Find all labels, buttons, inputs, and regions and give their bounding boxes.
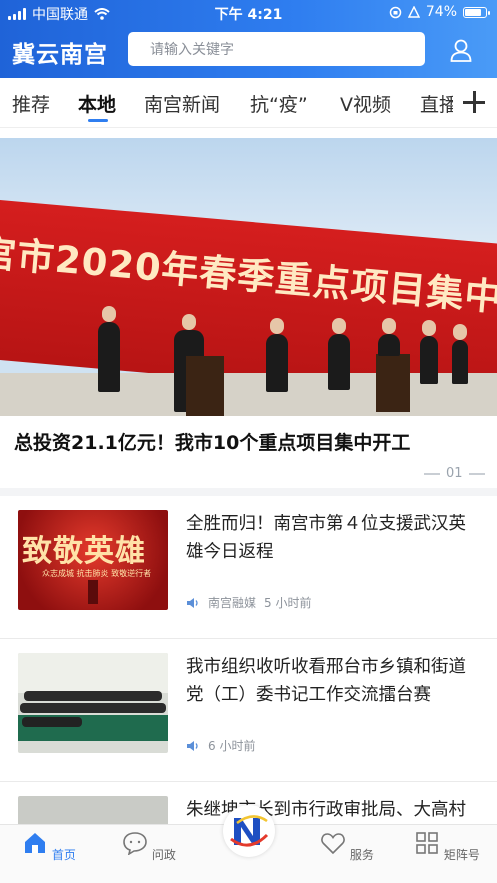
news-item[interactable]: 致敬英雄 众志成城 抗击肺炎 致敬逆行者 全胜而归！南宫市第４位支援武汉英雄今日…: [0, 496, 497, 639]
thumb-headline: 致敬英雄: [22, 534, 146, 569]
nav-service[interactable]: 服务: [312, 831, 382, 863]
heart-icon: [321, 833, 345, 855]
home-icon: [25, 833, 46, 853]
battery-percent: 74%: [425, 4, 457, 20]
battery-icon: [463, 6, 490, 18]
news-source: 南宫融媒: [208, 596, 257, 610]
speaker-icon[interactable]: [186, 597, 200, 609]
tab-nangong-news[interactable]: 南宫新闻: [144, 90, 220, 117]
pager-number: 01: [446, 466, 463, 481]
user-icon[interactable]: [448, 37, 474, 63]
status-bar: 中国联通 下午 4:21 74%: [0, 0, 497, 26]
nav-matrix-label: 矩阵号: [443, 848, 480, 862]
nav-matrix[interactable]: 矩阵号: [412, 831, 482, 863]
banner-person: [98, 306, 120, 392]
alarm-icon: [407, 5, 420, 18]
nav-service-label: 服务: [349, 848, 374, 862]
banner-person: [378, 318, 400, 356]
tab-recommend[interactable]: 推荐: [12, 90, 50, 117]
tab-v-video[interactable]: V视频: [340, 90, 391, 117]
banner-person: [420, 320, 438, 384]
nav-home[interactable]: 首页: [14, 831, 84, 863]
banner-person: [266, 318, 288, 392]
search-input[interactable]: 请输入关键字: [128, 32, 425, 66]
app-header: 中国联通 下午 4:21 74% 冀云南宫 请输入关键字: [0, 0, 497, 78]
grid-icon: [416, 832, 438, 854]
banner-podium: [186, 356, 224, 416]
app-logo-mark: [230, 815, 269, 847]
banner-person: [328, 318, 350, 390]
tab-anti-epidemic[interactable]: 抗“疫”: [250, 90, 308, 117]
news-thumbnail: 致敬英雄 众志成城 抗击肺炎 致敬逆行者: [18, 510, 168, 610]
active-tab-indicator: [88, 119, 108, 122]
banner-podium: [376, 354, 410, 412]
orientation-lock-icon: [389, 6, 402, 18]
plus-icon[interactable]: [463, 91, 485, 113]
tab-local[interactable]: 本地: [78, 90, 116, 117]
chat-icon: [123, 832, 147, 856]
news-title: 我市组织收听收看邢台市乡镇和街道党（工）委书记工作交流擂台赛: [186, 657, 466, 705]
banner-pager: 01: [424, 466, 485, 481]
app-title: 冀云南宫: [12, 42, 108, 68]
news-time: 5 小时前: [264, 596, 312, 610]
speaker-icon[interactable]: [186, 740, 200, 752]
thumb-subtext: 众志成城 抗击肺炎 致敬逆行者: [42, 569, 152, 578]
banner-image[interactable]: 宫市2020年春季重点项目集中开工仪式: [0, 138, 497, 416]
news-thumbnail: [18, 653, 168, 753]
nav-home-label: 首页: [51, 848, 76, 862]
category-tabs: 推荐 本地 南宫新闻 抗“疫” V视频 直播: [0, 78, 497, 128]
banner-headline[interactable]: 总投资21.1亿元！我市10个重点项目集中开工: [14, 428, 410, 455]
news-item[interactable]: 我市组织收听收看邢台市乡镇和街道党（工）委书记工作交流擂台赛 6 小时前: [0, 639, 497, 782]
news-time: 6 小时前: [208, 739, 256, 753]
section-divider: [0, 488, 497, 496]
tab-live[interactable]: 直播: [420, 90, 453, 117]
nav-wenzheng[interactable]: 问政: [114, 831, 184, 863]
banner-person: [452, 324, 468, 384]
app-logo-icon[interactable]: [223, 805, 275, 857]
search-placeholder: 请输入关键字: [150, 42, 234, 58]
nav-wenzheng-label: 问政: [151, 848, 176, 862]
news-title: 全胜而归！南宫市第４位支援武汉英雄今日返程: [186, 514, 466, 562]
